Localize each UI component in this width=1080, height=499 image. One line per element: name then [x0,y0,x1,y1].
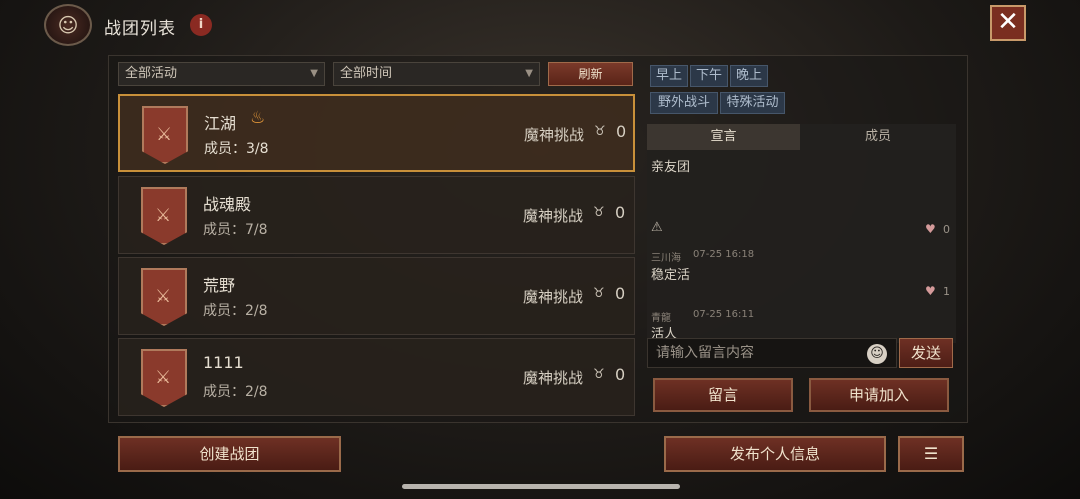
post-author: 三川海 [651,253,681,264]
horn-icon: ♉ [593,205,605,220]
like-count: 1 [943,285,950,298]
tag-morning[interactable]: 早上 [650,65,688,87]
challenge-count: 0 [615,203,626,222]
create-team-button[interactable]: 创建战团 [118,436,341,472]
team-name: 战魂殿 [203,195,252,214]
team-name: 荒野 [203,276,236,295]
chevron-down-icon: ▼ [310,68,318,79]
leave-message-button[interactable]: 留言 [653,378,793,412]
tag-evening[interactable]: 晚上 [730,65,768,87]
publish-info-button[interactable]: 发布个人信息 [664,436,886,472]
tag-special-event[interactable]: 特殊活动 [720,92,785,114]
crossed-swords-icon: ⚔ [155,205,172,226]
title-bar: ☺ 战团列表 i [44,4,264,46]
team-row[interactable]: ⚔ 荒野 成员：2/8 魔神挑战 ♉ 0 [118,257,635,335]
challenge-count: 0 [615,365,626,384]
heart-icon[interactable]: ♥ [925,284,936,298]
post-time: 07-25 16:11 [693,309,755,320]
send-button[interactable]: 发送 [899,338,953,368]
close-button[interactable]: ✕ [990,5,1026,41]
flame-icon: ♨ [250,108,266,128]
challenge-label: 魔神挑战 [524,126,585,144]
member-count: 成员：2/8 [203,303,268,319]
tag-afternoon[interactable]: 下午 [690,65,728,87]
apply-join-button[interactable]: 申请加入 [809,378,949,412]
declaration-text: 亲友团 [651,160,691,175]
home-indicator[interactable] [402,484,680,489]
heart-icon[interactable]: ♥ [925,222,936,236]
emoji-icon[interactable]: ☺ [867,344,887,364]
tab-declaration[interactable]: 宣言 [647,124,800,150]
team-name: 江湖 [204,114,237,133]
post-author: 青龍 [651,313,671,324]
tab-members[interactable]: 成员 [800,124,956,150]
chevron-down-icon: ▼ [525,68,533,79]
refresh-button[interactable]: 刷新 [548,62,633,86]
activity-filter-value: 全部活动 [125,66,178,81]
horn-icon: ♉ [593,367,605,382]
crossed-swords-icon: ⚔ [155,367,172,388]
crossed-swords-icon: ⚔ [155,286,172,307]
warning-icon[interactable]: ⚠ [651,220,663,235]
team-row[interactable]: ⚔ 战魂殿 成员：7/8 魔神挑战 ♉ 0 [118,176,635,254]
post-time: 07-25 16:18 [693,249,755,260]
time-filter-value: 全部时间 [340,66,393,81]
document-icon[interactable]: ☰ [898,436,964,472]
team-row[interactable]: ⚔ 江湖 ♨ 成员：3/8 魔神挑战 ♉ 0 [118,94,635,172]
crossed-swords-icon: ⚔ [156,124,173,145]
team-name: 1111 [203,353,244,372]
team-emblem-icon: ☺ [44,4,92,46]
member-count: 成员：2/8 [203,384,268,400]
challenge-count: 0 [615,284,626,303]
member-count: 成员：3/8 [204,141,269,157]
message-board[interactable]: 亲友团 ⚠ ♥ 0 三川海 07-25 16:18 稳定活 ♥ 1 青龍 07-… [647,150,956,343]
horn-icon: ♉ [593,286,605,301]
challenge-label: 魔神挑战 [523,369,584,387]
member-count: 成员：7/8 [203,222,268,238]
activity-filter-dropdown[interactable]: 全部活动 ▼ [118,62,325,86]
info-icon[interactable]: i [190,14,212,36]
page-title: 战团列表 [104,19,176,39]
challenge-label: 魔神挑战 [523,288,584,306]
time-filter-dropdown[interactable]: 全部时间 ▼ [333,62,540,86]
message-input[interactable]: 请输入留言内容 [647,338,897,368]
team-row[interactable]: ⚔ 1111 成员：2/8 魔神挑战 ♉ 0 [118,338,635,416]
post-text: 稳定活 [651,268,691,283]
tag-field-battle[interactable]: 野外战斗 [650,92,718,114]
challenge-label: 魔神挑战 [523,207,584,225]
like-count: 0 [943,223,950,236]
challenge-count: 0 [616,122,627,141]
horn-icon: ♉ [594,124,606,139]
